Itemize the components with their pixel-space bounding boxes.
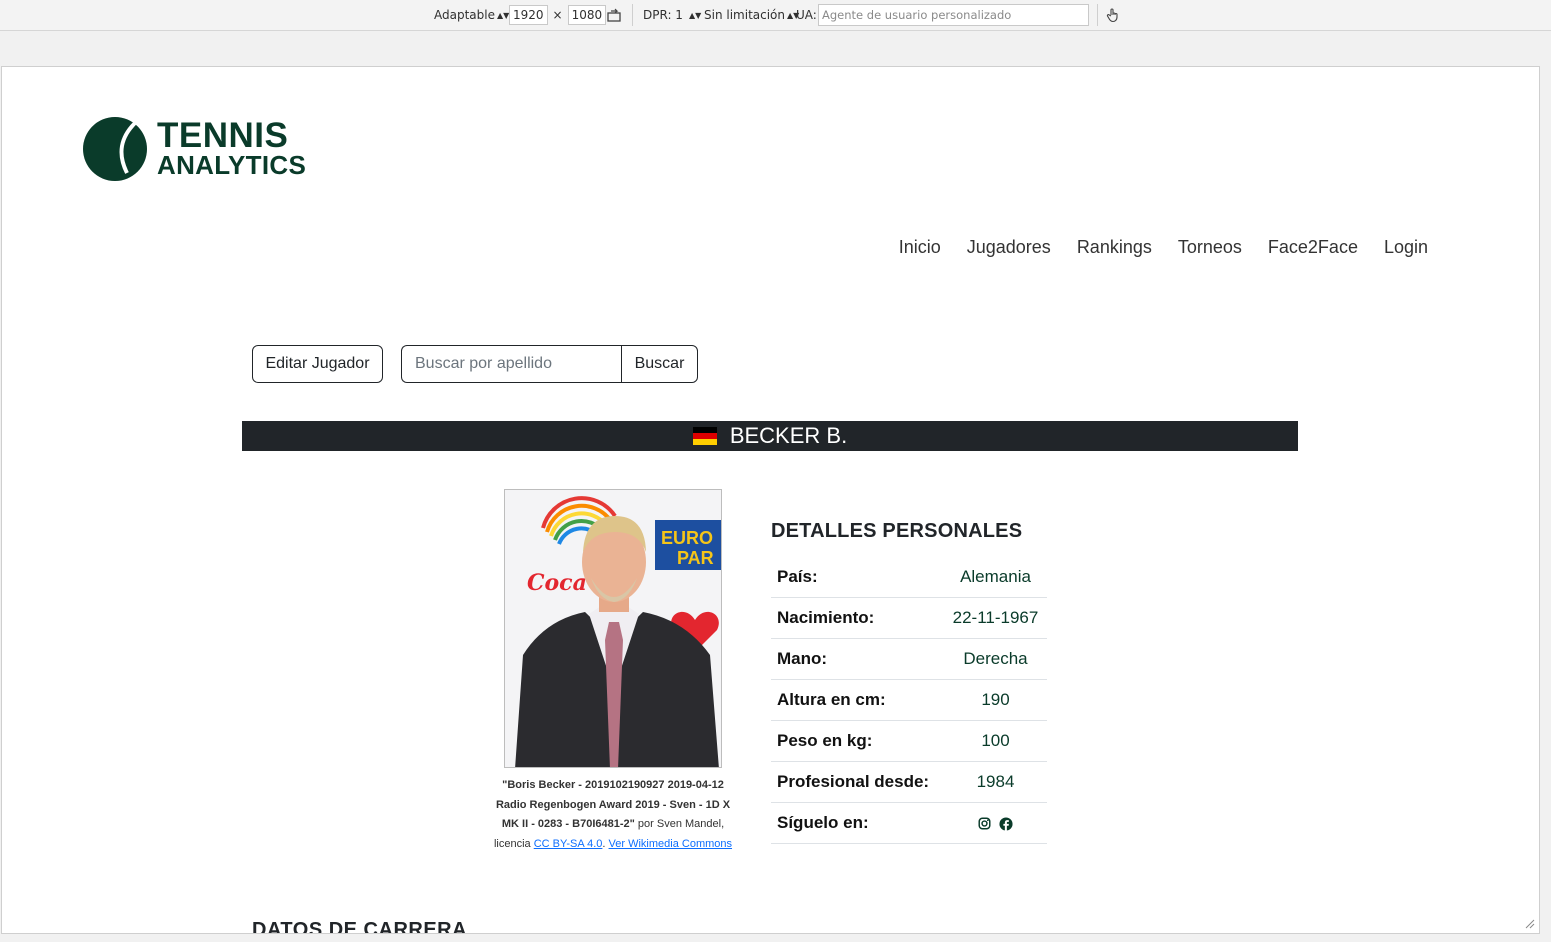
wikimedia-link[interactable]: Ver Wikimedia Commons [609, 838, 732, 850]
logo-line-2: ANALYTICS [157, 150, 307, 180]
details-key: Síguelo en: [771, 802, 944, 844]
details-key: Peso en kg: [771, 720, 944, 762]
facebook-icon[interactable] [999, 816, 1013, 831]
details-row-hand: Mano: Derecha [771, 638, 1047, 680]
user-agent-input[interactable]: Agente de usuario personalizado [818, 4, 1089, 26]
details-row-country: País: Alemania [771, 557, 1047, 598]
details-value: 22-11-1967 [944, 597, 1047, 639]
details-row-height: Altura en cm: 190 [771, 679, 1047, 721]
instagram-icon[interactable] [978, 817, 991, 830]
search-input[interactable] [401, 345, 621, 383]
tennis-ball-icon [83, 117, 147, 181]
photo-caption: "Boris Becker - 2019102190927 2019-04-12… [486, 776, 740, 854]
throttle-label: Sin limitación [704, 8, 785, 22]
details-value: 100 [944, 720, 1047, 762]
page-viewport: TENNIS ANALYTICS Inicio Jugadores Rankin… [1, 66, 1540, 934]
nav-torneos[interactable]: Torneos [1178, 237, 1242, 258]
career-data-heading: DATOS DE CARRERA [252, 919, 468, 934]
details-value: Derecha [944, 638, 1047, 680]
details-value: Alemania [944, 557, 1047, 598]
height-input[interactable]: 1080 [567, 5, 607, 25]
license-link[interactable]: CC BY-SA 4.0 [534, 838, 603, 850]
dpr-selector[interactable]: DPR: 1 ▲▼ [643, 0, 701, 30]
nav-jugadores[interactable]: Jugadores [967, 237, 1051, 258]
svg-text:PAR: PAR [677, 548, 714, 568]
search-form: Buscar [401, 345, 698, 383]
germany-flag-icon [692, 427, 717, 445]
logo-line-1: TENNIS [157, 116, 289, 155]
throttle-selector[interactable]: Sin limitación ▲▼ [704, 0, 799, 30]
details-row-birth: Nacimiento: 22-11-1967 [771, 597, 1047, 639]
details-row-social: Síguelo en: [771, 802, 1047, 844]
player-name-bar: BECKER B. [242, 421, 1298, 451]
width-input[interactable]: 1920 [509, 5, 548, 25]
nav-inicio[interactable]: Inicio [899, 237, 941, 258]
details-row-weight: Peso en kg: 100 [771, 720, 1047, 762]
details-title: DETALLES PERSONALES [771, 520, 1023, 542]
dpr-label: DPR: 1 [643, 8, 683, 22]
nav-rankings[interactable]: Rankings [1077, 237, 1152, 258]
player-name: BECKER B. [729, 423, 848, 448]
nav-login[interactable]: Login [1384, 237, 1428, 258]
search-button[interactable]: Buscar [621, 345, 698, 383]
details-value: 1984 [944, 761, 1047, 803]
site-logo[interactable]: TENNIS ANALYTICS [83, 115, 306, 183]
logo-text: TENNIS ANALYTICS [157, 116, 307, 180]
svg-text:EURO: EURO [661, 528, 713, 548]
details-key: Altura en cm: [771, 679, 944, 721]
player-photo: EURO PAR Coca [504, 489, 722, 768]
details-key: Mano: [771, 638, 944, 680]
details-key: País: [771, 557, 944, 598]
details-key: Nacimiento: [771, 597, 944, 639]
device-selector[interactable]: Adaptable ▲▼ [434, 0, 509, 30]
main-nav: Inicio Jugadores Rankings Torneos Face2F… [899, 237, 1428, 258]
svg-text:Coca: Coca [527, 570, 587, 596]
times-sign: × [552, 8, 563, 22]
edit-player-button[interactable]: Editar Jugador [252, 345, 383, 383]
personal-details-table: País: Alemania Nacimiento: 22-11-1967 Mano… [771, 557, 1047, 844]
resize-handle-icon[interactable] [1525, 919, 1535, 929]
device-label: Adaptable [434, 8, 495, 22]
details-value: 190 [944, 679, 1047, 721]
ua-label: UA: [796, 8, 817, 22]
details-key: Profesional desde: [771, 761, 944, 803]
nav-face2face[interactable]: Face2Face [1268, 237, 1358, 258]
details-row-pro: Profesional desde: 1984 [771, 761, 1047, 803]
devtools-toolbar: Adaptable ▲▼ 1920 × 1080 DPR: 1 ▲▼ Sin lim… [0, 0, 1551, 31]
rotate-icon[interactable] [606, 0, 622, 30]
touch-icon[interactable] [1105, 0, 1121, 30]
